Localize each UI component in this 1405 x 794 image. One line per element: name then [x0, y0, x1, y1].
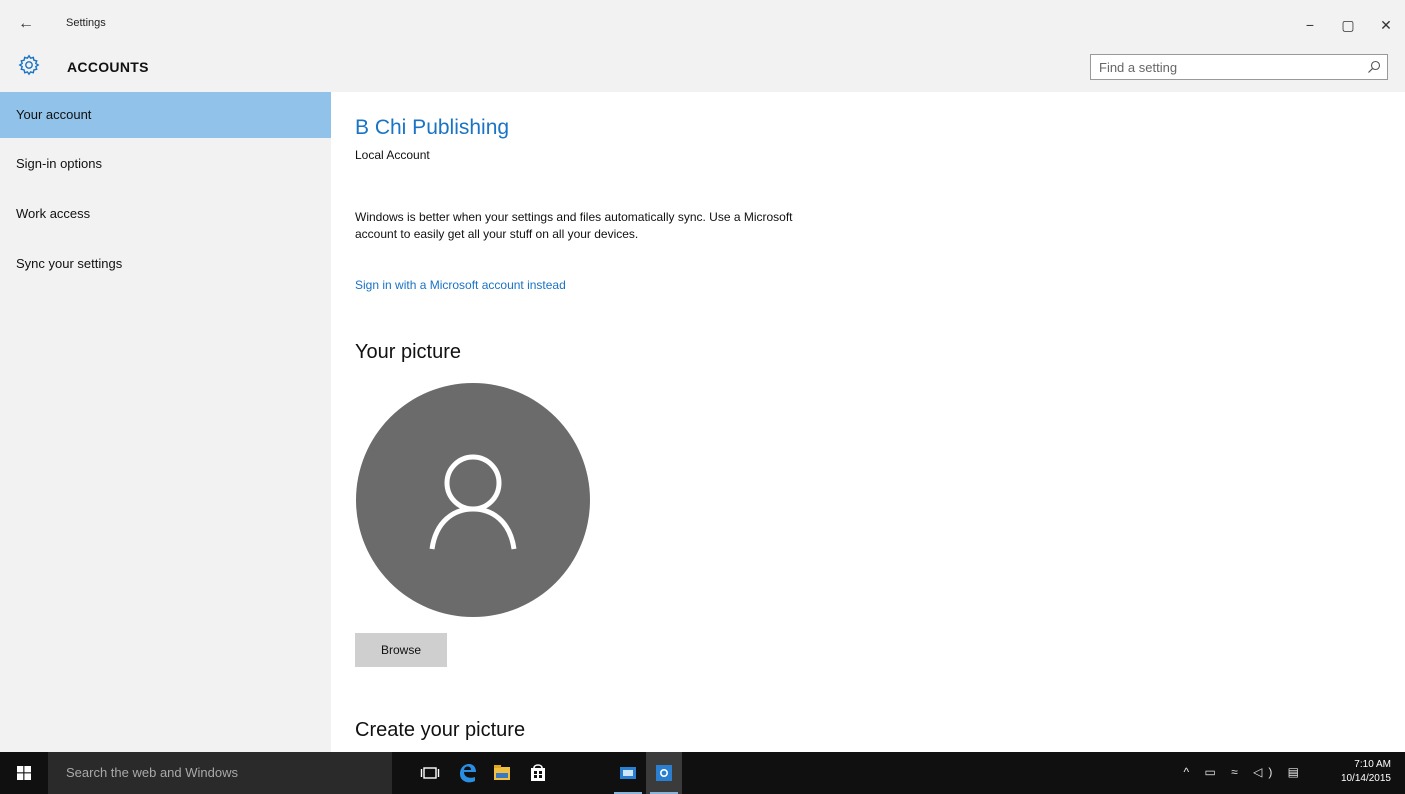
browse-button[interactable]: Browse: [355, 633, 447, 667]
main-content: B Chi Publishing Local Account Windows i…: [355, 92, 1395, 752]
account-type: Local Account: [355, 148, 430, 162]
start-button[interactable]: [0, 752, 48, 794]
file-explorer-icon[interactable]: [484, 752, 520, 794]
sync-description: Windows is better when your settings and…: [355, 210, 793, 241]
search-box[interactable]: [1090, 54, 1388, 80]
clock-date: 10/14/2015: [1340, 773, 1391, 784]
microsoft-account-link[interactable]: Sign in with a Microsoft account instead: [355, 278, 566, 292]
sidebar-item-sign-in-options[interactable]: Sign-in options: [0, 140, 331, 188]
settings-window: ← Settings − ▢ ✕ ACCOUNTS Your account S…: [0, 0, 1405, 752]
avatar: [356, 383, 590, 617]
your-picture-heading: Your picture: [355, 341, 461, 363]
taskbar-search-placeholder: Search the web and Windows: [66, 765, 238, 780]
app-title: Settings: [66, 17, 106, 29]
sidebar-item-your-account[interactable]: Your account: [0, 92, 331, 138]
edge-browser-icon[interactable]: [448, 752, 484, 794]
task-view-icon[interactable]: [412, 752, 448, 794]
store-icon[interactable]: [520, 752, 556, 794]
clock[interactable]: 7:10 AM 10/14/2015: [1321, 758, 1391, 786]
tray-icons[interactable]: ^ ▭ ≈ ◁) ▤: [1184, 765, 1305, 779]
windows-logo-icon: [17, 766, 31, 780]
page-header: ACCOUNTS: [0, 44, 1405, 92]
user-silhouette-icon: [429, 454, 517, 550]
gear-icon: [18, 54, 40, 76]
clock-time: 7:10 AM: [1354, 759, 1391, 770]
search-icon[interactable]: [1367, 60, 1381, 74]
account-name: B Chi Publishing: [355, 116, 510, 139]
taskbar-search[interactable]: Search the web and Windows: [48, 752, 392, 794]
back-arrow-icon[interactable]: ←: [14, 12, 38, 36]
minimize-button[interactable]: −: [1291, 0, 1329, 44]
sidebar: Your account Sign-in options Work access…: [0, 92, 331, 752]
create-picture-heading: Create your picture: [355, 719, 526, 741]
search-input[interactable]: [1091, 55, 1361, 79]
section-title: ACCOUNTS: [67, 59, 149, 75]
window-controls: − ▢ ✕: [1291, 0, 1405, 44]
sidebar-item-work-access[interactable]: Work access: [0, 190, 331, 238]
title-bar: ← Settings − ▢ ✕: [0, 0, 1405, 44]
close-button[interactable]: ✕: [1367, 0, 1405, 44]
taskbar: Search the web and Windows ^ ▭ ≈ ◁) ▤ 7:…: [0, 752, 1405, 794]
settings-app-icon[interactable]: [646, 752, 682, 794]
maximize-button[interactable]: ▢: [1329, 0, 1367, 44]
remote-desktop-icon[interactable]: [610, 752, 646, 794]
sidebar-item-sync-your-settings[interactable]: Sync your settings: [0, 240, 331, 288]
